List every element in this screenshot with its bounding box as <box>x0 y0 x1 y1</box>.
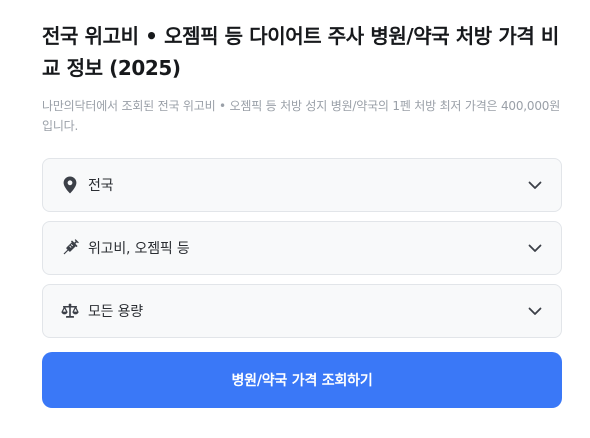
chevron-down-icon <box>527 303 543 319</box>
region-select-value: 전국 <box>88 178 114 194</box>
syringe-icon <box>61 239 79 257</box>
dosage-select[interactable]: 모든 용량 <box>42 284 562 338</box>
price-compare-page: 전국 위고비 • 오젬픽 등 다이어트 주사 병원/약국 처방 가격 비교 정보… <box>42 20 562 408</box>
page-subtitle: 나만의닥터에서 조회된 전국 위고비 • 오젬픽 등 처방 성지 병원/약국의 … <box>42 99 561 133</box>
chevron-down-icon <box>527 240 543 256</box>
search-price-button[interactable]: 병원/약국 가격 조회하기 <box>42 352 562 408</box>
location-pin-icon <box>61 176 79 194</box>
region-select[interactable]: 전국 <box>42 158 562 212</box>
filter-group: 전국 위고비, 오젬픽 등 모든 용량 <box>42 158 562 338</box>
drug-select[interactable]: 위고비, 오젬픽 등 <box>42 221 562 275</box>
chevron-down-icon <box>527 177 543 193</box>
dosage-select-value: 모든 용량 <box>88 304 143 320</box>
scale-icon <box>61 302 79 320</box>
page-title: 전국 위고비 • 오젬픽 등 다이어트 주사 병원/약국 처방 가격 비교 정보… <box>42 24 559 80</box>
drug-select-value: 위고비, 오젬픽 등 <box>88 241 190 257</box>
